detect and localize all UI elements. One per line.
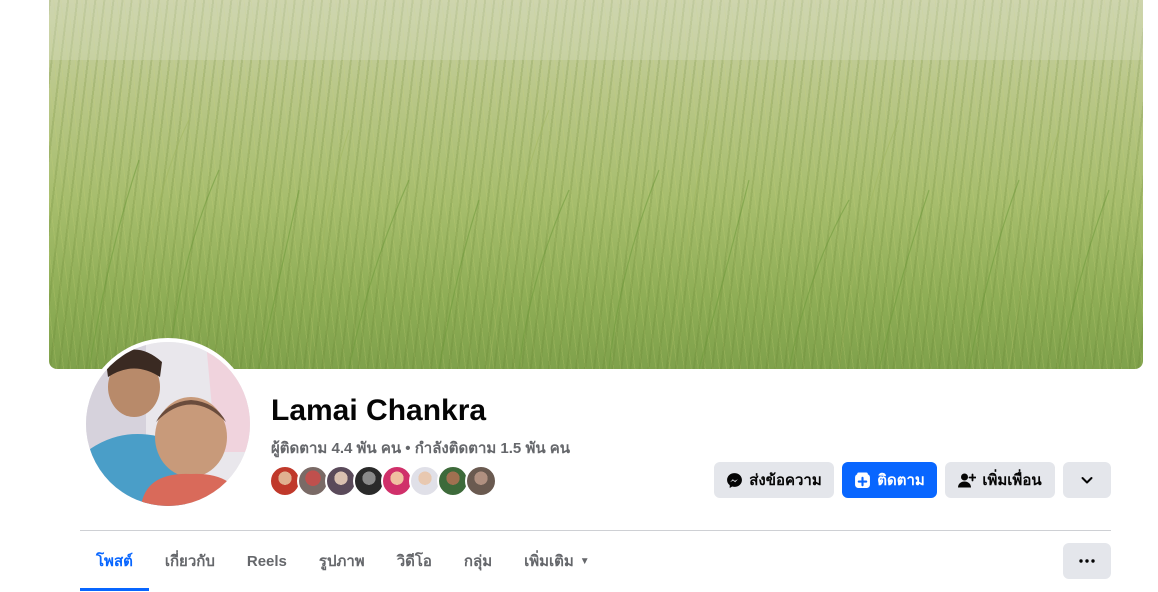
caret-down-icon: ▼: [579, 555, 590, 567]
rice-field-image: [49, 0, 1143, 369]
follow-label: ติดตาม: [877, 472, 925, 489]
message-label: ส่งข้อความ: [749, 472, 822, 489]
profile-options-dropdown[interactable]: [1063, 462, 1111, 498]
mutual-friends-avatars: [269, 465, 497, 499]
tab-posts[interactable]: โพสต์: [80, 531, 149, 591]
tab-reels[interactable]: Reels: [231, 531, 303, 591]
more-dots-icon: [1079, 559, 1095, 563]
follow-plus-icon: [855, 472, 871, 488]
cover-photo[interactable]: [49, 0, 1143, 369]
tabs-more-options-button[interactable]: [1063, 543, 1111, 579]
add-friend-label: เพิ่มเพื่อน: [982, 472, 1042, 489]
follow-stats: ผู้ติดตาม 4.4 พัน คน • กำลังติดตาม 1.5 พ…: [271, 436, 570, 460]
message-button[interactable]: ส่งข้อความ: [714, 462, 834, 498]
tab-about[interactable]: เกี่ยวกับ: [149, 531, 231, 591]
tab-videos[interactable]: วิดีโอ: [381, 531, 448, 591]
tab-label: วิดีโอ: [396, 553, 432, 570]
stats-separator: •: [401, 440, 415, 457]
chevron-down-icon: [1081, 477, 1093, 484]
add-friend-button[interactable]: เพิ่มเพื่อน: [945, 462, 1055, 498]
profile-name: Lamai Chankra: [271, 394, 487, 427]
tab-label: โพสต์: [96, 553, 133, 570]
profile-page: Lamai Chankra ผู้ติดตาม 4.4 พัน คน • กำล…: [0, 0, 1158, 592]
friend-avatar[interactable]: [465, 465, 497, 497]
profile-tabs: โพสต์ เกี่ยวกับ Reels รูปภาพ วิดีโอ กลุ่…: [80, 531, 606, 592]
messenger-icon: [727, 472, 743, 488]
tab-label: เพิ่มเติม: [524, 553, 574, 570]
follow-button[interactable]: ติดตาม: [842, 462, 937, 498]
tab-label: เกี่ยวกับ: [164, 553, 215, 570]
followers-link[interactable]: ผู้ติดตาม 4.4 พัน คน: [271, 440, 401, 457]
tab-more[interactable]: เพิ่มเติม ▼: [508, 531, 606, 591]
add-friend-icon: [958, 473, 977, 487]
tab-label: รูปภาพ: [318, 553, 365, 570]
tab-groups[interactable]: กลุ่ม: [448, 531, 508, 591]
tab-photos[interactable]: รูปภาพ: [303, 531, 381, 591]
profile-avatar[interactable]: [82, 338, 254, 510]
avatar-photo: [86, 342, 250, 506]
tab-label: Reels: [246, 552, 287, 570]
following-link[interactable]: กำลังติดตาม 1.5 พัน คน: [415, 440, 570, 457]
tab-label: กลุ่ม: [463, 553, 493, 570]
